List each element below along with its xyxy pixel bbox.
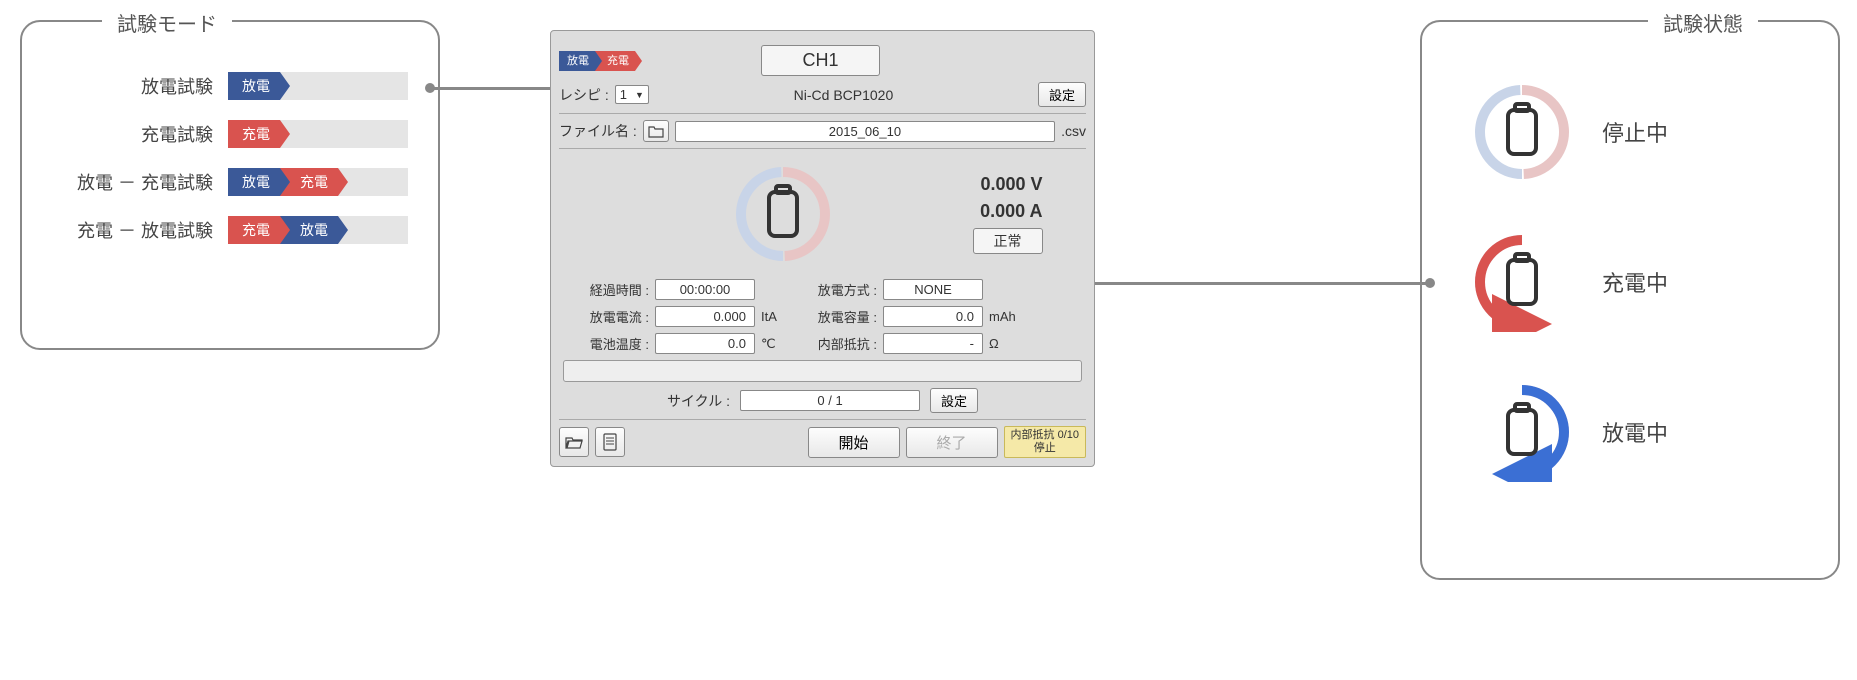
state-row-charging: 充電中 [1472, 232, 1788, 332]
state-label: 放電中 [1602, 416, 1668, 448]
left-connector-line [430, 87, 560, 90]
dcap-value: 0.0 [883, 306, 983, 327]
voltage-readout: 0.000 V [980, 174, 1042, 195]
mode-label: 放電試験 [141, 73, 213, 99]
test-mode-title: 試験モード [102, 8, 232, 37]
document-icon [602, 433, 618, 451]
state-label: 充電中 [1602, 266, 1668, 298]
mode-label: 充電試験 [141, 121, 213, 147]
ir-value: - [883, 333, 983, 354]
mode-label: 充電 － 放電試験 [77, 217, 213, 243]
dcurrent-label: 放電電流 [569, 307, 649, 326]
status-badge: 正常 [973, 228, 1043, 254]
tag-group: 充電 [228, 120, 408, 148]
divider [559, 148, 1086, 149]
test-mode-callout: 試験モード 放電試験 放電 充電試験 充電 放電 － 充電試験 放電 充電 充電… [20, 20, 440, 350]
dmethod-label: 放電方式 [797, 280, 877, 299]
charge-tag: 充電 [228, 216, 280, 244]
mode-row-discharge: 放電試験 放電 [52, 72, 408, 100]
ir-unit: Ω [989, 336, 1029, 351]
current-readout: 0.000 A [980, 201, 1042, 222]
cycle-settings-button[interactable]: 設定 [930, 388, 978, 413]
folder-browse-button[interactable] [643, 120, 669, 142]
test-state-callout: 試験状態 停止中 充電中 [1420, 20, 1840, 580]
dcap-label: 放電容量 [797, 307, 877, 326]
dmethod-value: NONE [883, 279, 983, 300]
folder-open-icon [565, 434, 583, 450]
filename-ext: .csv [1061, 123, 1086, 139]
mode-label: 放電 － 充電試験 [77, 169, 213, 195]
battery-discharging-icon [1472, 382, 1572, 482]
recipe-settings-button[interactable]: 設定 [1038, 82, 1086, 107]
mode-row-charge: 充電試験 充電 [52, 120, 408, 148]
state-label: 停止中 [1602, 116, 1668, 148]
elapsed-value: 00:00:00 [655, 279, 755, 300]
discharge-tag: 放電 [559, 51, 595, 71]
mode-indicator: 放電 充電 [559, 51, 635, 71]
recipe-select[interactable]: 1 [615, 85, 649, 104]
recipe-name: Ni-Cd BCP1020 [655, 87, 1032, 103]
divider [559, 113, 1086, 114]
filename-input[interactable]: 2015_06_10 [675, 121, 1055, 142]
start-button[interactable]: 開始 [808, 427, 900, 458]
cycle-label: サイクル : [667, 391, 730, 411]
internal-resistance-status: 内部抵抗 0/10 停止 [1004, 426, 1086, 458]
state-row-discharging: 放電中 [1472, 382, 1788, 482]
tag-group: 充電 放電 [228, 216, 408, 244]
channel-name: CH1 [761, 45, 879, 76]
recipe-label: レシピ : [559, 85, 609, 105]
elapsed-label: 経過時間 [569, 280, 649, 299]
dcap-unit: mAh [989, 309, 1029, 324]
channel-panel: 放電 充電 CH1 レシピ : 1 Ni-Cd BCP1020 設定 ファイル名… [550, 30, 1095, 467]
temp-label: 電池温度 [569, 334, 649, 353]
message-bar [563, 360, 1082, 382]
temp-value: 0.0 [655, 333, 755, 354]
discharge-tag: 放電 [228, 72, 280, 100]
battery-charging-icon [1472, 232, 1572, 332]
charge-tag: 充電 [228, 120, 280, 148]
battery-stopped-icon [1472, 82, 1572, 182]
temp-unit: ℃ [761, 336, 791, 352]
test-state-title: 試験状態 [1648, 8, 1758, 37]
dcurrent-unit: ItA [761, 309, 791, 324]
filename-label: ファイル名 : [559, 121, 637, 141]
divider [559, 419, 1086, 420]
tag-group: 放電 [228, 72, 408, 100]
mode-row-cd: 充電 － 放電試験 充電 放電 [52, 216, 408, 244]
battery-status-icon [733, 164, 833, 264]
mode-row-dc: 放電 － 充電試験 放電 充電 [52, 168, 408, 196]
document-button[interactable] [595, 427, 625, 457]
folder-icon [648, 124, 664, 138]
open-folder-button[interactable] [559, 427, 589, 457]
ir-label: 内部抵抗 [797, 334, 877, 353]
dcurrent-value: 0.000 [655, 306, 755, 327]
discharge-tag: 放電 [228, 168, 280, 196]
end-button: 終了 [906, 427, 998, 458]
cycle-value: 0 / 1 [740, 390, 920, 411]
state-row-stopped: 停止中 [1472, 82, 1788, 182]
tag-group: 放電 充電 [228, 168, 408, 196]
